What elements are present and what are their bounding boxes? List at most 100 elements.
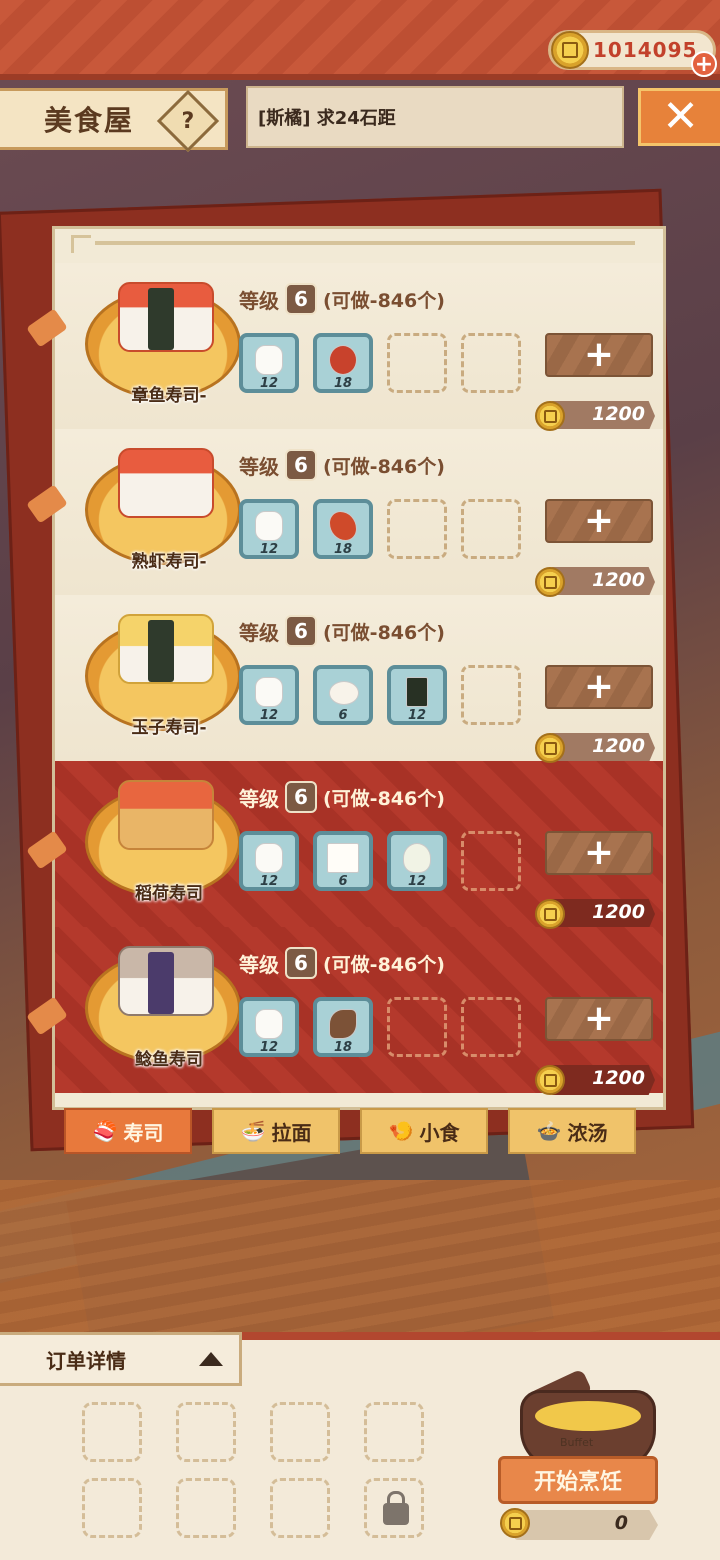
- price-value: 1200: [592, 735, 645, 757]
- ingredient-qty: 12: [259, 1040, 279, 1055]
- price-value: 1200: [592, 403, 645, 425]
- order-slot[interactable]: [176, 1402, 236, 1462]
- empty-slot: [461, 831, 521, 891]
- plus-icon: +: [583, 832, 615, 873]
- coin-icon: [535, 733, 565, 763]
- level-label: 等级: [239, 454, 279, 479]
- close-button[interactable]: ✕: [638, 88, 720, 146]
- ingredient-qty: 12: [407, 708, 427, 723]
- recipe-row[interactable]: 鲶鱼寿司 等级 6 (可做-846个) 12 18 + 1200: [55, 927, 663, 1095]
- ingredient-qty: 12: [259, 376, 279, 391]
- snack-icon: 🍤: [388, 1119, 414, 1143]
- chevron-up-icon: [199, 1352, 223, 1366]
- page-title-tab: 美食屋 ?: [0, 88, 228, 153]
- dish-name: 熟虾寿司-: [131, 552, 207, 572]
- close-icon: ✕: [662, 91, 699, 142]
- order-slot[interactable]: [270, 1478, 330, 1538]
- level-badge: 6: [285, 615, 317, 647]
- plus-icon: +: [583, 666, 615, 707]
- locked-order-slot: [364, 1478, 424, 1538]
- rice-icon: [255, 677, 283, 707]
- ingredient-slot[interactable]: 12: [387, 831, 447, 891]
- ingredient-slot[interactable]: 12: [239, 499, 299, 559]
- recipe-row[interactable]: 章鱼寿司- 等级 6 (可做-846个) 12 18 + 1200: [55, 263, 663, 431]
- chat-message: [斯橘] 求24石距: [258, 108, 396, 129]
- order-details-toggle[interactable]: 订单详情: [0, 1332, 242, 1386]
- ingredient-qty: 18: [333, 376, 353, 391]
- ingredient-slot[interactable]: 12: [239, 997, 299, 1057]
- sushi-icon: 🍣: [92, 1119, 118, 1143]
- craftable-count: (可做-846个): [323, 621, 445, 644]
- order-slot[interactable]: [82, 1478, 142, 1538]
- ingredient-slot[interactable]: 18: [313, 499, 373, 559]
- level-badge: 6: [285, 449, 317, 481]
- empty-slot: [461, 997, 521, 1057]
- ingredient-slots: 12 18: [239, 499, 521, 559]
- coin-icon: [535, 1065, 565, 1095]
- help-icon[interactable]: ?: [156, 89, 220, 153]
- ingredient-qty: 18: [333, 542, 353, 557]
- recipe-row[interactable]: 熟虾寿司- 等级 6 (可做-846个) 12 18 + 1200: [55, 429, 663, 597]
- ingredient-slots: 12 18: [239, 997, 521, 1057]
- recipe-row[interactable]: 玉子寿司- 等级 6 (可做-846个) 12 6 12 + 1200: [55, 595, 663, 763]
- ingredient-slot[interactable]: 12: [239, 831, 299, 891]
- cook-cost-value: 0: [614, 1512, 628, 1534]
- ingredient-slot[interactable]: 6: [313, 831, 373, 891]
- book-top-line: [95, 241, 635, 245]
- soup-icon: 🍲: [536, 1119, 562, 1143]
- empty-slot: [387, 499, 447, 559]
- tab-ramen[interactable]: 🍜 拉面: [212, 1108, 340, 1154]
- price-tag: 1200: [535, 399, 659, 433]
- level-info: 等级 6 (可做-846个): [239, 449, 445, 481]
- price-tag: 1200: [535, 565, 659, 599]
- book-corner-deco: [71, 235, 91, 253]
- level-badge: 6: [285, 283, 317, 315]
- order-slot[interactable]: [364, 1402, 424, 1462]
- tab-sushi[interactable]: 🍣 寿司: [64, 1108, 192, 1154]
- recipe-row[interactable]: 稻荷寿司 等级 6 (可做-846个) 12 6 12 + 1200: [55, 761, 663, 929]
- tab-snack[interactable]: 🍤 小食: [360, 1108, 488, 1154]
- add-to-order-button[interactable]: +: [545, 831, 653, 875]
- egg-icon: [329, 681, 359, 705]
- add-to-order-button[interactable]: +: [545, 333, 653, 377]
- empty-slot: [387, 997, 447, 1057]
- tab-soup[interactable]: 🍲 浓汤: [508, 1108, 636, 1154]
- add-to-order-button[interactable]: +: [545, 997, 653, 1041]
- coin-icon: [535, 567, 565, 597]
- ingredient-slot[interactable]: 18: [313, 997, 373, 1057]
- coin-icon: [535, 401, 565, 431]
- price-tag: 1200: [535, 897, 659, 931]
- ingredient-slot[interactable]: 18: [313, 333, 373, 393]
- rice-icon: [255, 511, 283, 541]
- coin-counter[interactable]: 1014095 +: [548, 30, 717, 77]
- wood-table: [0, 1180, 720, 1340]
- coin-icon: [551, 31, 589, 69]
- order-slot[interactable]: [82, 1402, 142, 1462]
- ingredient-slot[interactable]: 12: [239, 665, 299, 725]
- dish-name: 鲶鱼寿司: [135, 1050, 203, 1070]
- plus-icon: +: [583, 334, 615, 375]
- plus-icon: +: [583, 500, 615, 541]
- order-slot[interactable]: [176, 1478, 236, 1538]
- level-label: 等级: [239, 786, 279, 811]
- ingredient-qty: 18: [333, 1040, 353, 1055]
- ingredient-slot[interactable]: 12: [387, 665, 447, 725]
- menu-book: 章鱼寿司- 等级 6 (可做-846个) 12 18 + 1200 熟虾寿司- …: [52, 226, 666, 1110]
- coin-icon: [535, 899, 565, 929]
- price-value: 1200: [592, 569, 645, 591]
- add-to-order-button[interactable]: +: [545, 665, 653, 709]
- price-value: 1200: [592, 1067, 645, 1089]
- level-label: 等级: [239, 620, 279, 645]
- chat-bar[interactable]: [斯橘] 求24石距: [246, 86, 624, 148]
- add-coins-icon[interactable]: +: [691, 51, 717, 77]
- ingredient-slot[interactable]: 12: [239, 333, 299, 393]
- tofu-icon: [327, 843, 359, 873]
- ingredient-qty: 12: [259, 542, 279, 557]
- radish-icon: [403, 843, 431, 873]
- lock-icon: [383, 1491, 409, 1525]
- add-to-order-button[interactable]: +: [545, 499, 653, 543]
- order-slot[interactable]: [270, 1402, 330, 1462]
- level-badge: 6: [285, 947, 317, 979]
- start-cooking-button[interactable]: 开始烹饪: [498, 1456, 658, 1504]
- ingredient-slot[interactable]: 6: [313, 665, 373, 725]
